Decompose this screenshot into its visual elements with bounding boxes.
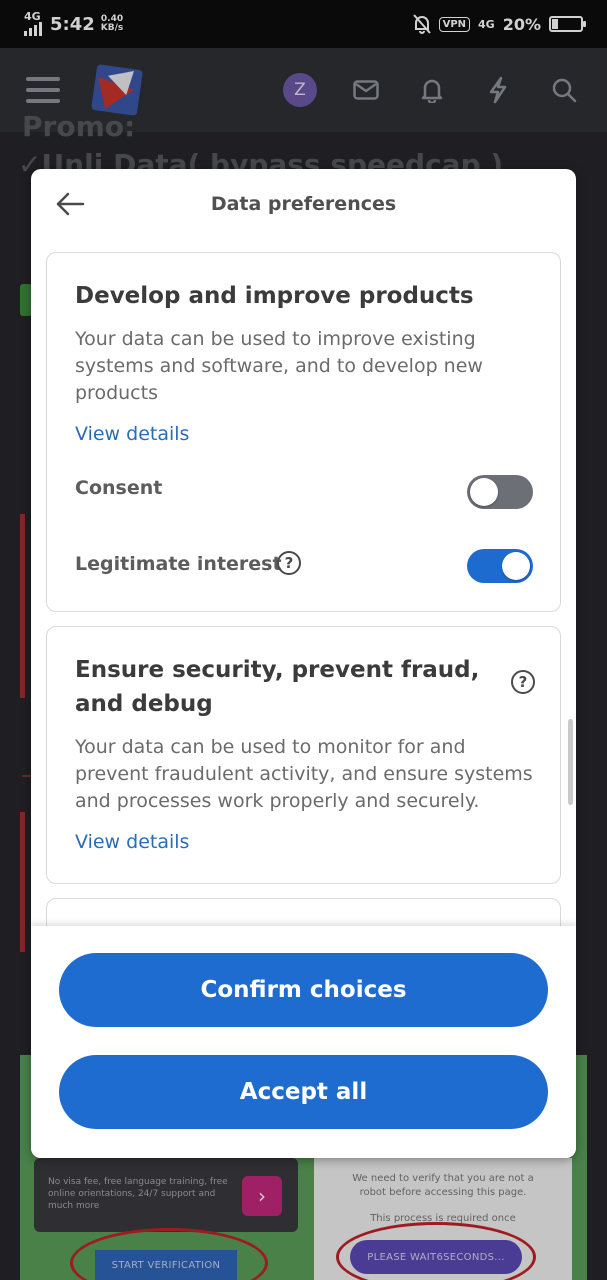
header-actions: Z <box>283 73 581 107</box>
signal-indicator: 4G <box>24 10 42 36</box>
help-icon[interactable]: ? <box>511 670 535 694</box>
preference-card-security: Ensure security, prevent fraud, and debu… <box>46 626 561 884</box>
status-left: 4G 5:42 0.40 KB/s <box>24 10 123 36</box>
battery-percent: 20% <box>502 14 541 34</box>
site-logo[interactable] <box>90 63 144 117</box>
clock: 5:42 <box>50 13 95 35</box>
legitimate-interest-toggle[interactable] <box>467 549 533 583</box>
bell-off-icon <box>412 14 431 34</box>
view-details-link[interactable]: View details <box>75 423 189 445</box>
dialog-header: Data preferences <box>31 169 576 241</box>
consent-label: Consent <box>75 477 163 499</box>
dialog-title: Data preferences <box>210 193 397 215</box>
preferences-list[interactable]: Develop and improve products Your data c… <box>31 241 576 926</box>
mail-icon[interactable] <box>349 73 383 107</box>
bg-red-accent <box>20 514 25 698</box>
status-right: VPN 4G 20% <box>412 14 586 34</box>
preference-card-develop: Develop and improve products Your data c… <box>46 252 561 612</box>
scrollbar[interactable] <box>568 719 573 805</box>
view-details-link[interactable]: View details <box>75 831 189 853</box>
bg-red-accent-2 <box>20 812 25 952</box>
lightning-icon[interactable] <box>481 73 515 107</box>
card-description: Your data can be used to monitor for and… <box>75 736 533 812</box>
network-type: 4G <box>24 10 41 23</box>
bg-promo-label: Promo: <box>22 110 136 143</box>
chevron-right-icon: › <box>242 1176 282 1216</box>
menu-icon[interactable] <box>26 77 60 103</box>
accept-all-button[interactable]: Accept all <box>59 1055 548 1129</box>
preference-card-next <box>46 898 561 926</box>
avatar[interactable]: Z <box>283 73 317 107</box>
card-title: Ensure security, prevent fraud, and debu… <box>75 657 480 717</box>
status-bar: 4G 5:42 0.40 KB/s VPN 4G 20% <box>0 0 607 48</box>
dialog-footer: Confirm choices Accept all <box>31 926 576 1158</box>
signal-bars-icon <box>24 22 42 36</box>
battery-icon <box>549 16 586 32</box>
bg-ad-text: No visa fee, free language training, fre… <box>48 1177 228 1211</box>
legitimate-interest-label: Legitimate interest <box>75 553 282 575</box>
vpn-badge: VPN <box>438 16 471 32</box>
card-title: Develop and improve products <box>75 283 474 309</box>
confirm-choices-button[interactable]: Confirm choices <box>59 953 548 1027</box>
speed-unit: KB/s <box>100 23 124 33</box>
search-icon[interactable] <box>547 73 581 107</box>
data-preferences-dialog: Data preferences Develop and improve pro… <box>31 169 576 1158</box>
network-speed: 0.40 KB/s <box>101 15 123 33</box>
consent-toggle[interactable] <box>467 475 533 509</box>
network-type-right: 4G <box>478 17 495 31</box>
bell-icon[interactable] <box>415 73 449 107</box>
bg-ad-card: No visa fee, free language training, fre… <box>34 1158 298 1232</box>
bg-verify-text: We need to verify that you are not a rob… <box>352 1173 534 1198</box>
help-icon[interactable]: ? <box>277 551 301 575</box>
card-description: Your data can be used to improve existin… <box>75 328 483 404</box>
